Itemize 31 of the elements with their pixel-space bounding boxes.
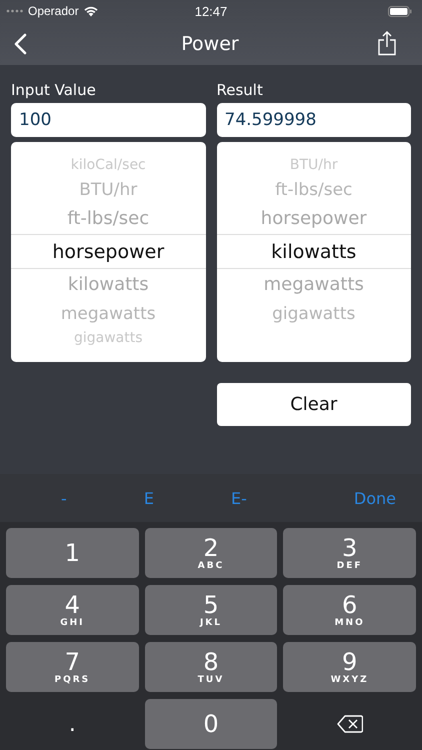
- keypad-key[interactable]: 9 WXYZ: [283, 642, 416, 692]
- battery-icon: [388, 6, 412, 16]
- nav-title: Power: [180, 32, 240, 54]
- keypad-key[interactable]: 8 TUV: [144, 642, 278, 692]
- signal-icon: [6, 9, 24, 13]
- toolbar-button[interactable]: E-: [224, 486, 253, 510]
- toolbar-button[interactable]: Done: [348, 486, 402, 510]
- backspace-icon[interactable]: [336, 715, 363, 733]
- picker-item[interactable]: kilowatts: [216, 234, 411, 269]
- field-label: Input Value: [11, 80, 97, 101]
- status-time: 12:47: [194, 4, 228, 18]
- carrier-name: Operador: [28, 4, 79, 18]
- decimal-key[interactable]: .: [6, 699, 139, 749]
- clear-button[interactable]: Clear: [216, 383, 411, 426]
- toolbar-button[interactable]: -: [55, 486, 73, 510]
- picker-item[interactable]: horsepower: [11, 234, 206, 269]
- keypad-key[interactable]: 1: [6, 528, 139, 578]
- toolbar-button[interactable]: E: [138, 486, 160, 510]
- keypad-key[interactable]: 4 GHI: [6, 585, 139, 635]
- share-icon[interactable]: [377, 31, 397, 56]
- wifi-icon: [82, 5, 99, 17]
- back-icon[interactable]: [14, 32, 27, 54]
- keypad-key[interactable]: 2 ABC: [144, 528, 278, 578]
- keypad-key[interactable]: 6 MNO: [283, 585, 416, 635]
- field-label: Result: [216, 80, 264, 101]
- keypad-key[interactable]: 7 PQRS: [6, 642, 139, 692]
- keypad-key[interactable]: 3 DEF: [283, 528, 416, 578]
- result-field[interactable]: 74.599998: [216, 103, 411, 137]
- input-field[interactable]: 100: [11, 103, 206, 137]
- keypad-key[interactable]: 0: [144, 699, 278, 749]
- keypad-key[interactable]: 5 JKL: [144, 585, 278, 635]
